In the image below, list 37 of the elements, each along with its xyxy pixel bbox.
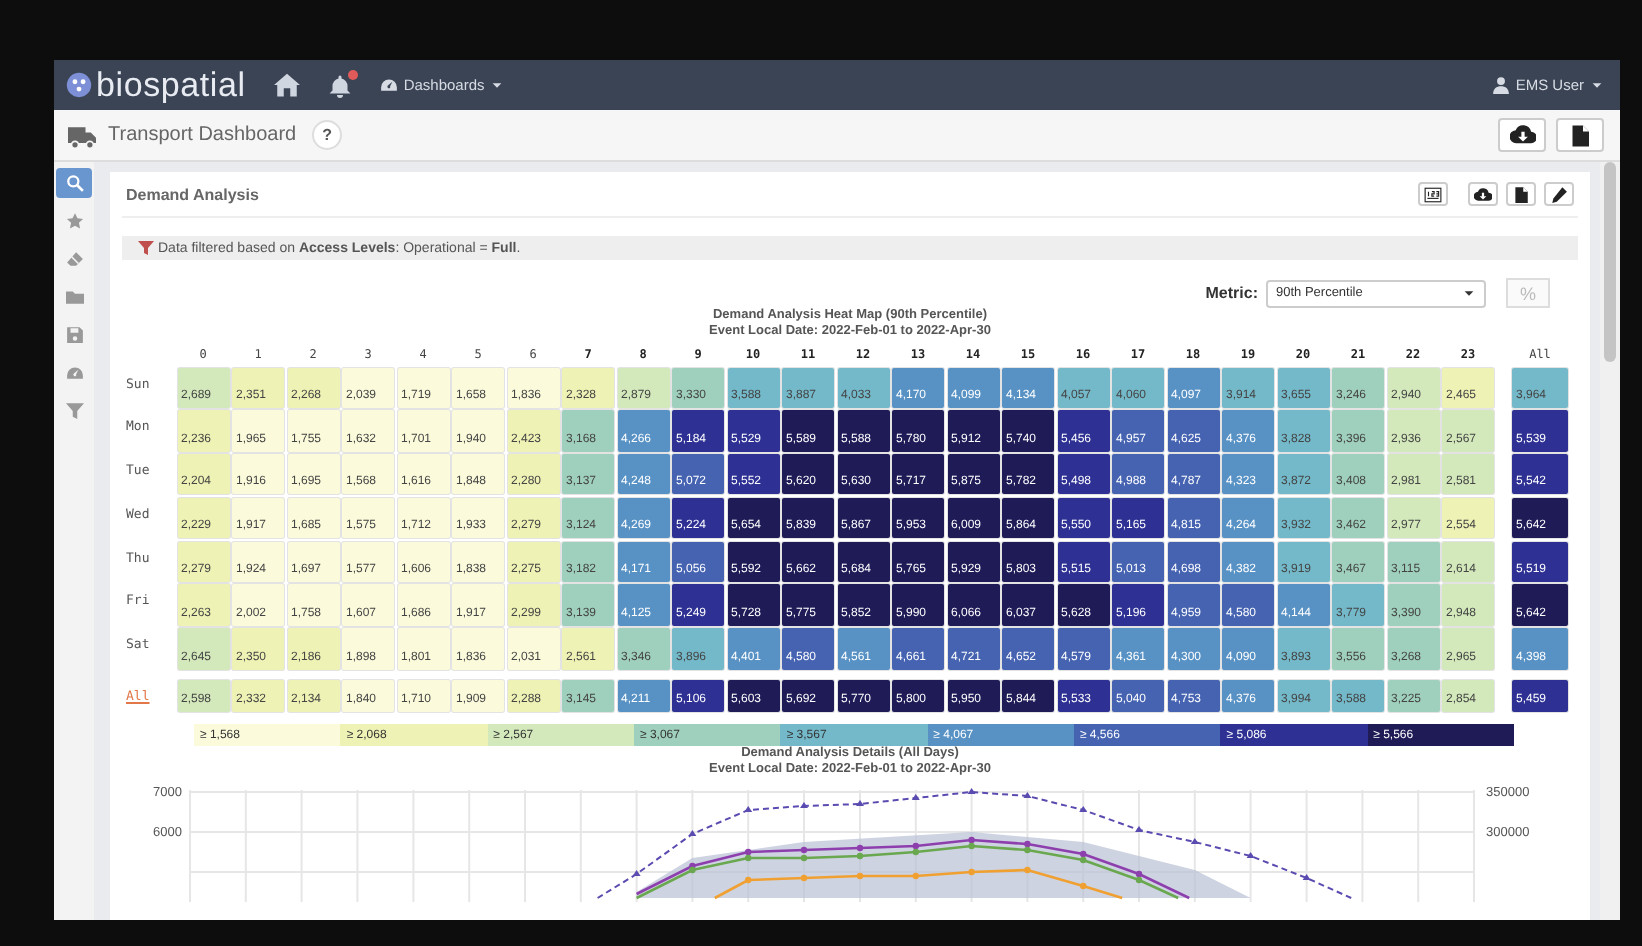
gauge-icon: [65, 364, 83, 382]
gauge-icon: [379, 76, 398, 94]
filter-icon: [65, 402, 83, 420]
caret-icon: [490, 78, 505, 92]
bell-icon[interactable]: [327, 73, 352, 97]
search-icon: [65, 174, 83, 192]
document-button[interactable]: [1556, 118, 1604, 152]
logo-icon: [66, 72, 92, 98]
filter-icon: [138, 240, 154, 256]
document-icon: [1568, 123, 1592, 147]
download-button[interactable]: [1498, 118, 1546, 152]
cloud-download-icon: [1474, 185, 1492, 203]
edit-button[interactable]: [1544, 182, 1574, 206]
metric-label: Metric:: [1205, 284, 1258, 302]
save-icon: [65, 326, 83, 344]
truck-icon: [66, 121, 98, 149]
page-title: Transport Dashboard: [108, 124, 297, 146]
app-logo[interactable]: biospatial: [96, 65, 246, 105]
home-icon[interactable]: [273, 72, 300, 98]
caret-icon: [1590, 78, 1604, 92]
card-title: Demand Analysis: [126, 185, 259, 203]
document-icon: [1512, 185, 1530, 203]
help-button[interactable]: ?: [312, 120, 343, 150]
numbers-button[interactable]: [1418, 182, 1448, 206]
cloud-download-icon: [1509, 122, 1535, 148]
document-button[interactable]: [1506, 182, 1536, 206]
scrollbar[interactable]: [1600, 162, 1620, 920]
eraser-icon: [65, 250, 83, 268]
star-icon: [65, 212, 83, 230]
sidebar-button[interactable]: [56, 168, 92, 198]
folder-icon: [65, 288, 83, 306]
user-icon: [1491, 76, 1510, 94]
pencil-icon: [1550, 185, 1568, 203]
download-button[interactable]: [1468, 182, 1498, 206]
caret-icon: [1462, 286, 1476, 300]
numbers-icon: [1424, 185, 1442, 203]
scroll-thumb[interactable]: [1604, 162, 1616, 362]
